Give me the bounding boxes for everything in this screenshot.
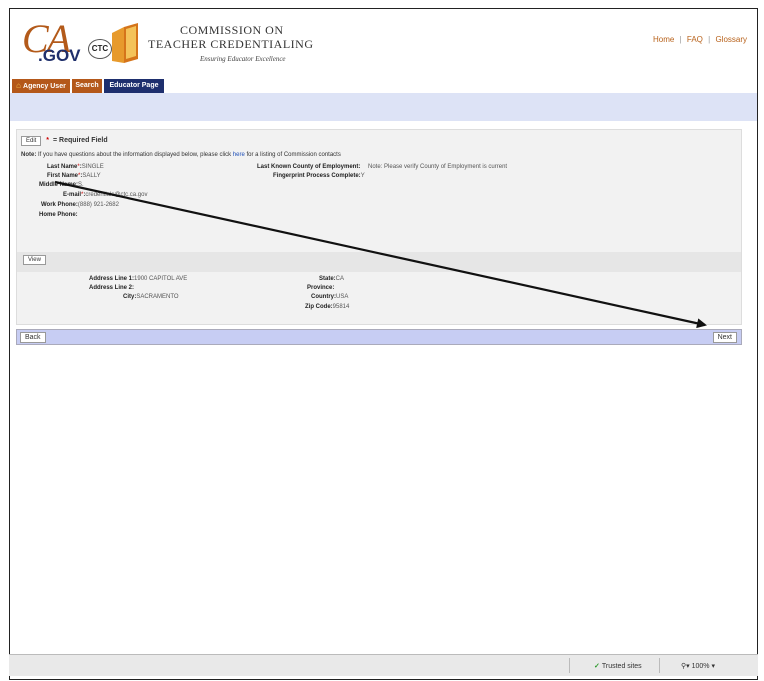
state-field: State:CA <box>319 276 344 282</box>
contact-note: Note: If you have questions about the in… <box>21 152 341 158</box>
tab-educator-page[interactable]: Educator Page <box>104 79 164 93</box>
checkmark-icon: ✓ <box>594 663 600 670</box>
address-line1-value: 1900 CAPITOL AVE <box>134 276 188 282</box>
state-label: State: <box>319 276 336 282</box>
email-value: credentials@ctc.ca.gov <box>85 192 148 198</box>
county-note: Note: Please verify County of Employment… <box>368 164 508 170</box>
glossary-link[interactable]: Glossary <box>715 35 747 44</box>
fingerprint-field: Fingerprint Process Complete:Y <box>273 173 365 179</box>
address-line1-field: Address Line 1:1900 CAPITOL AVE <box>89 276 187 282</box>
educator-info-panel: Edit * = Required Field Note: If you hav… <box>16 129 742 325</box>
zoom-level: 100% <box>691 663 710 670</box>
home-phone-field: Home Phone: <box>39 212 78 218</box>
view-button[interactable]: View <box>23 255 46 265</box>
note-tail: for a listing of Commission contacts <box>244 152 341 158</box>
address-line2-field: Address Line 2: <box>89 285 134 291</box>
province-label: Province: <box>307 285 335 291</box>
first-name-label: First Name <box>47 173 79 179</box>
zoom-control[interactable]: ⚲▾ 100% ▾ <box>681 662 715 670</box>
org-name-line1: COMMISSION ON <box>180 23 284 37</box>
note-label: Note: <box>21 152 37 158</box>
zip-value: 95814 <box>332 304 350 310</box>
required-field-legend: = Required Field <box>52 137 108 144</box>
top-links: Home | FAQ | Glossary <box>653 35 747 44</box>
security-zone-label: Trusted sites <box>601 663 642 670</box>
state-value: CA <box>335 276 345 282</box>
org-tagline: Ensuring Educator Excellence <box>200 55 286 63</box>
first-name-value: SALLY <box>82 173 101 179</box>
security-zone[interactable]: ✓ Trusted sites <box>594 662 642 670</box>
middle-name-label: Middle Name: <box>39 182 79 188</box>
middle-name-field: Middle Name:S. <box>39 182 84 188</box>
email-field: E-mail*:credentials@ctc.ca.gov <box>63 192 148 198</box>
back-button[interactable]: Back <box>20 332 46 343</box>
status-divider <box>569 658 570 673</box>
tab-search[interactable]: Search <box>72 79 102 93</box>
fingerprint-value: Y <box>360 173 365 179</box>
province-field: Province: <box>307 285 334 291</box>
zip-field: Zip Code:95814 <box>305 304 349 310</box>
zip-label: Zip Code: <box>305 304 333 310</box>
link-separator: | <box>708 35 711 44</box>
browser-status-bar: ✓ Trusted sites ⚲▾ 100% ▾ <box>9 654 758 676</box>
address-line1-label: Address Line 1: <box>89 276 135 282</box>
edit-button[interactable]: Edit <box>21 136 42 146</box>
middle-name-value: S. <box>78 182 84 188</box>
city-value: SACRAMENTO <box>136 294 179 300</box>
nav-tabs: ⌂ Agency User Search Educator Page <box>10 79 757 93</box>
link-separator: | <box>679 35 682 44</box>
city-field: City:SACRAMENTO <box>123 294 179 300</box>
home-link[interactable]: Home <box>653 35 674 44</box>
contacts-link[interactable]: here <box>233 152 245 158</box>
address-section-bar: View <box>17 252 741 272</box>
country-value: USA <box>336 294 349 300</box>
status-divider <box>659 658 660 673</box>
magnifier-icon: ⚲▾ <box>681 663 690 670</box>
city-label: City: <box>123 294 137 300</box>
required-star: * <box>46 137 50 144</box>
tab-agency-user[interactable]: ⌂ Agency User <box>12 79 70 93</box>
note-text: If you have questions about the informat… <box>36 152 233 158</box>
next-button[interactable]: Next <box>712 332 737 343</box>
address-line2-label: Address Line 2: <box>89 285 135 291</box>
faq-link[interactable]: FAQ <box>687 35 703 44</box>
county-label: Last Known County of Employment: <box>257 164 361 170</box>
browser-window: CA .GOV CTC COMMISSION ON TEACHER CREDEN… <box>9 8 758 680</box>
work-phone-label: Work Phone: <box>41 202 78 208</box>
last-name-label: Last Name <box>47 164 78 170</box>
book-logo-icon <box>112 23 138 63</box>
first-name-field: First Name*:SALLY <box>47 173 101 179</box>
org-name-line2: TEACHER CREDENTIALING <box>148 37 314 51</box>
fingerprint-label: Fingerprint Process Complete: <box>273 173 361 179</box>
ca-gov-logo-text: .GOV <box>38 46 81 65</box>
email-label: E-mail <box>63 192 82 198</box>
page-banner <box>10 93 757 121</box>
action-bar: Back Next <box>16 329 742 345</box>
county-field: Last Known County of Employment: Note: P… <box>257 164 507 170</box>
work-phone-value: (888) 921-2682 <box>77 202 119 208</box>
required-field-row: Edit * = Required Field <box>21 136 108 146</box>
country-field: Country:USA <box>311 294 348 300</box>
work-phone-field: Work Phone:(888) 921-2682 <box>41 202 119 208</box>
last-name-field: Last Name*:SINGLE <box>47 164 104 170</box>
ctc-logo: CTC <box>88 39 112 59</box>
site-header: CA .GOV CTC COMMISSION ON TEACHER CREDEN… <box>10 9 757 79</box>
chevron-down-icon: ▾ <box>711 663 715 670</box>
tab-label: Agency User <box>23 83 66 90</box>
last-name-value: SINGLE <box>81 164 104 170</box>
home-phone-label: Home Phone: <box>39 212 78 218</box>
home-icon: ⌂ <box>16 81 22 90</box>
country-label: Country: <box>311 294 336 300</box>
